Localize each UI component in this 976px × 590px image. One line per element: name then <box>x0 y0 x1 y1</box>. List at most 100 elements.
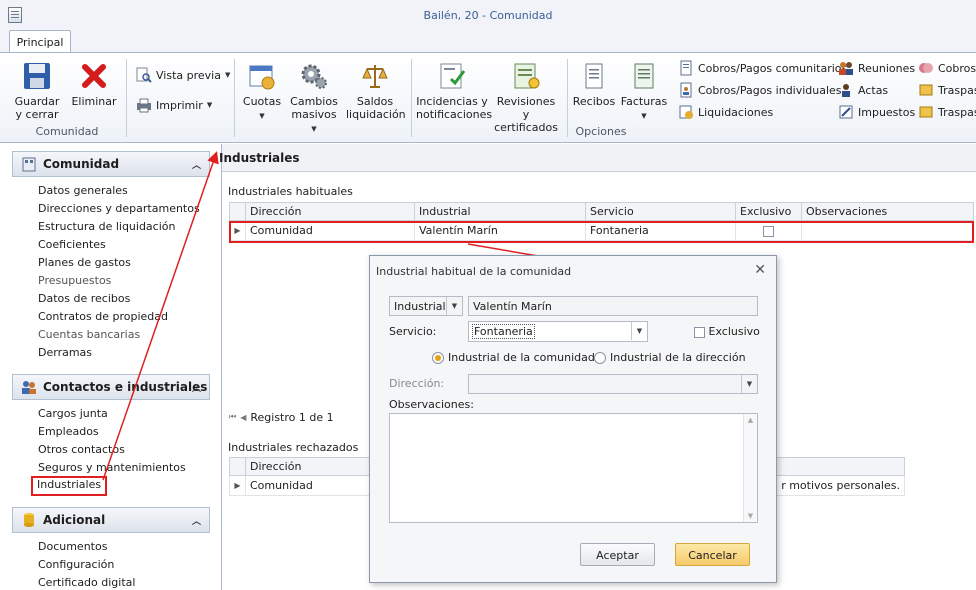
highlight-row-box <box>229 221 974 243</box>
observaciones-textarea[interactable]: ▲ ▼ <box>389 413 758 523</box>
nav-section-contactos[interactable]: Contactos e industriales ︿ <box>12 374 210 400</box>
cobros-cut-button[interactable]: Cobros <box>918 59 976 77</box>
column-header-exclusivo[interactable]: Exclusivo <box>735 202 802 221</box>
save-close-button[interactable]: Guardar y cerrar <box>12 61 62 121</box>
sidebar-item-estructura[interactable]: Estructura de liquidación <box>38 220 175 236</box>
transfer-icon <box>919 106 933 118</box>
revisiones-button[interactable]: Revisiones y certificados <box>492 61 560 134</box>
dropdown-caret-icon: ▼ <box>206 101 213 109</box>
invoice-icon <box>634 63 654 89</box>
people-icon <box>839 62 853 75</box>
chevron-down-icon[interactable]: ▼ <box>446 297 462 315</box>
radio-direccion[interactable]: Industrial de la dirección <box>594 351 746 364</box>
nav-section-title: Contactos e industriales <box>43 380 208 394</box>
first-page-icon[interactable]: ⏮ <box>229 412 236 422</box>
chevron-up-icon[interactable]: ︿ <box>192 514 201 527</box>
actas-button[interactable]: Actas <box>838 81 888 99</box>
sidebar-item-contratos[interactable]: Contratos de propiedad <box>38 310 168 326</box>
industrial-name-value: Valentín Marín <box>473 300 552 313</box>
cambios-masivos-button[interactable]: Cambios masivos ▼ <box>288 61 340 136</box>
cancel-button[interactable]: Cancelar <box>675 543 750 566</box>
prev-page-icon[interactable]: ◀ <box>240 413 246 422</box>
impuestos-button[interactable]: Impuestos <box>838 103 915 121</box>
sidebar-item-configuracion[interactable]: Configuración <box>38 558 114 574</box>
exclusivo-checkbox[interactable] <box>694 326 705 338</box>
ribbon-separator <box>234 59 235 137</box>
cobros-cut-label: Cobros <box>938 61 976 75</box>
cobros-comunitarios-button[interactable]: Cobros/Pagos comunitarios <box>678 59 847 77</box>
incidencias-label: Incidencias y notificaciones <box>416 95 493 121</box>
servicio-select[interactable]: Fontaneria ▼ <box>468 321 648 342</box>
tab-principal[interactable]: Principal <box>9 30 71 53</box>
radio-selected-icon[interactable] <box>432 352 444 364</box>
accept-button[interactable]: Aceptar <box>580 543 655 566</box>
checklist-icon <box>440 63 466 89</box>
sidebar-item-presupuestos[interactable]: Presupuestos <box>38 274 111 290</box>
scroll-up-icon[interactable]: ▲ <box>744 416 757 424</box>
column-header-servicio[interactable]: Servicio <box>585 202 736 221</box>
textarea-scrollbar[interactable]: ▲ ▼ <box>743 414 757 522</box>
saldos-liquidacion-label: Saldos liquidación <box>346 95 406 121</box>
cobros-individuales-button[interactable]: Cobros/Pagos individuales <box>678 81 842 99</box>
recibos-button[interactable]: Recibos <box>572 61 616 108</box>
facturas-label: Facturas <box>620 95 668 108</box>
sidebar-item-certificado[interactable]: Certificado digital <box>38 576 135 590</box>
sidebar-item-datos-generales[interactable]: Datos generales <box>38 184 128 200</box>
scales-icon <box>362 65 388 88</box>
save-close-label: Guardar y cerrar <box>14 95 60 121</box>
column-header-direccion[interactable]: Dirección <box>245 202 415 221</box>
sidebar-item-direcciones[interactable]: Direcciones y departamentos <box>38 202 200 218</box>
nav-section-comunidad[interactable]: Comunidad ︿ <box>12 151 210 177</box>
cuotas-label: Cuotas <box>242 95 282 108</box>
printer-icon <box>137 98 151 113</box>
dropdown-caret-icon: ▼ <box>641 112 647 120</box>
column-header-observaciones[interactable]: Observaciones <box>801 202 974 221</box>
sidebar-item-planes[interactable]: Planes de gastos <box>38 256 131 272</box>
print-button[interactable]: Imprimir ▼ <box>136 96 212 114</box>
close-icon[interactable]: ✕ <box>754 262 766 278</box>
exclusivo-label: Exclusivo <box>708 325 760 338</box>
facturas-button[interactable]: Facturas ▼ <box>620 61 668 123</box>
sidebar-item-datos-recibos[interactable]: Datos de recibos <box>38 292 130 308</box>
print-preview-button[interactable]: Vista previa ▼ <box>136 66 230 84</box>
sidebar-item-documentos[interactable]: Documentos <box>38 540 107 556</box>
sidebar-item-empleados[interactable]: Empleados <box>38 425 99 441</box>
servicio-value: Fontaneria <box>472 324 535 339</box>
observaciones-label: Observaciones: <box>389 398 474 411</box>
sidebar-item-seguros[interactable]: Seguros y mantenimientos <box>38 461 186 477</box>
sidebar-item-coeficientes[interactable]: Coeficientes <box>38 238 106 254</box>
radio-direccion-label: Industrial de la dirección <box>610 351 746 364</box>
cuotas-button[interactable]: Cuotas ▼ <box>240 61 284 123</box>
incidencias-button[interactable]: Incidencias y notificaciones <box>416 61 492 121</box>
gears-icon <box>301 64 327 89</box>
radio-unselected-icon[interactable] <box>594 352 606 364</box>
reuniones-button[interactable]: Reuniones <box>838 59 915 77</box>
nav-section-adicional[interactable]: Adicional ︿ <box>12 507 210 533</box>
cylinder-icon <box>24 513 34 527</box>
scroll-down-icon[interactable]: ▼ <box>744 512 757 520</box>
radio-comunidad[interactable]: Industrial de la comunidad <box>432 351 595 364</box>
saldos-liquidacion-button[interactable]: Saldos liquidación <box>346 61 406 121</box>
liquidaciones-button[interactable]: Liquidaciones <box>678 103 773 121</box>
chevron-up-icon[interactable]: ︿ <box>192 158 201 171</box>
sidebar-item-otros-contactos[interactable]: Otros contactos <box>38 443 125 459</box>
type-select[interactable]: Industrial ▼ <box>389 296 463 316</box>
column-header-industrial[interactable]: Industrial <box>414 202 586 221</box>
contacts-icon <box>22 381 36 394</box>
habituales-section-label: Industriales habituales <box>228 185 353 198</box>
sidebar-item-derramas[interactable]: Derramas <box>38 346 92 362</box>
industrial-name-field[interactable]: Valentín Marín <box>468 296 758 316</box>
exclusivo-option[interactable]: Exclusivo <box>694 325 760 338</box>
traspas-button-2[interactable]: Traspas <box>918 103 976 121</box>
servicio-label: Servicio: <box>389 325 437 338</box>
delete-button[interactable]: Eliminar <box>70 61 118 108</box>
sidebar-item-industriales[interactable]: Industriales <box>30 476 108 496</box>
left-nav-panel: Comunidad ︿ Datos generales Direcciones … <box>0 144 222 590</box>
ribbon: Guardar y cerrar Eliminar Comunidad Vist… <box>0 52 976 143</box>
chevron-down-icon[interactable]: ▼ <box>631 322 647 340</box>
nav-section-title: Comunidad <box>43 157 120 171</box>
chevron-up-icon[interactable]: ︿ <box>192 381 201 394</box>
sidebar-item-cargos[interactable]: Cargos junta <box>38 407 108 423</box>
traspas-button-1[interactable]: Traspas <box>918 81 976 99</box>
sidebar-item-cuentas[interactable]: Cuentas bancarias <box>38 328 140 344</box>
